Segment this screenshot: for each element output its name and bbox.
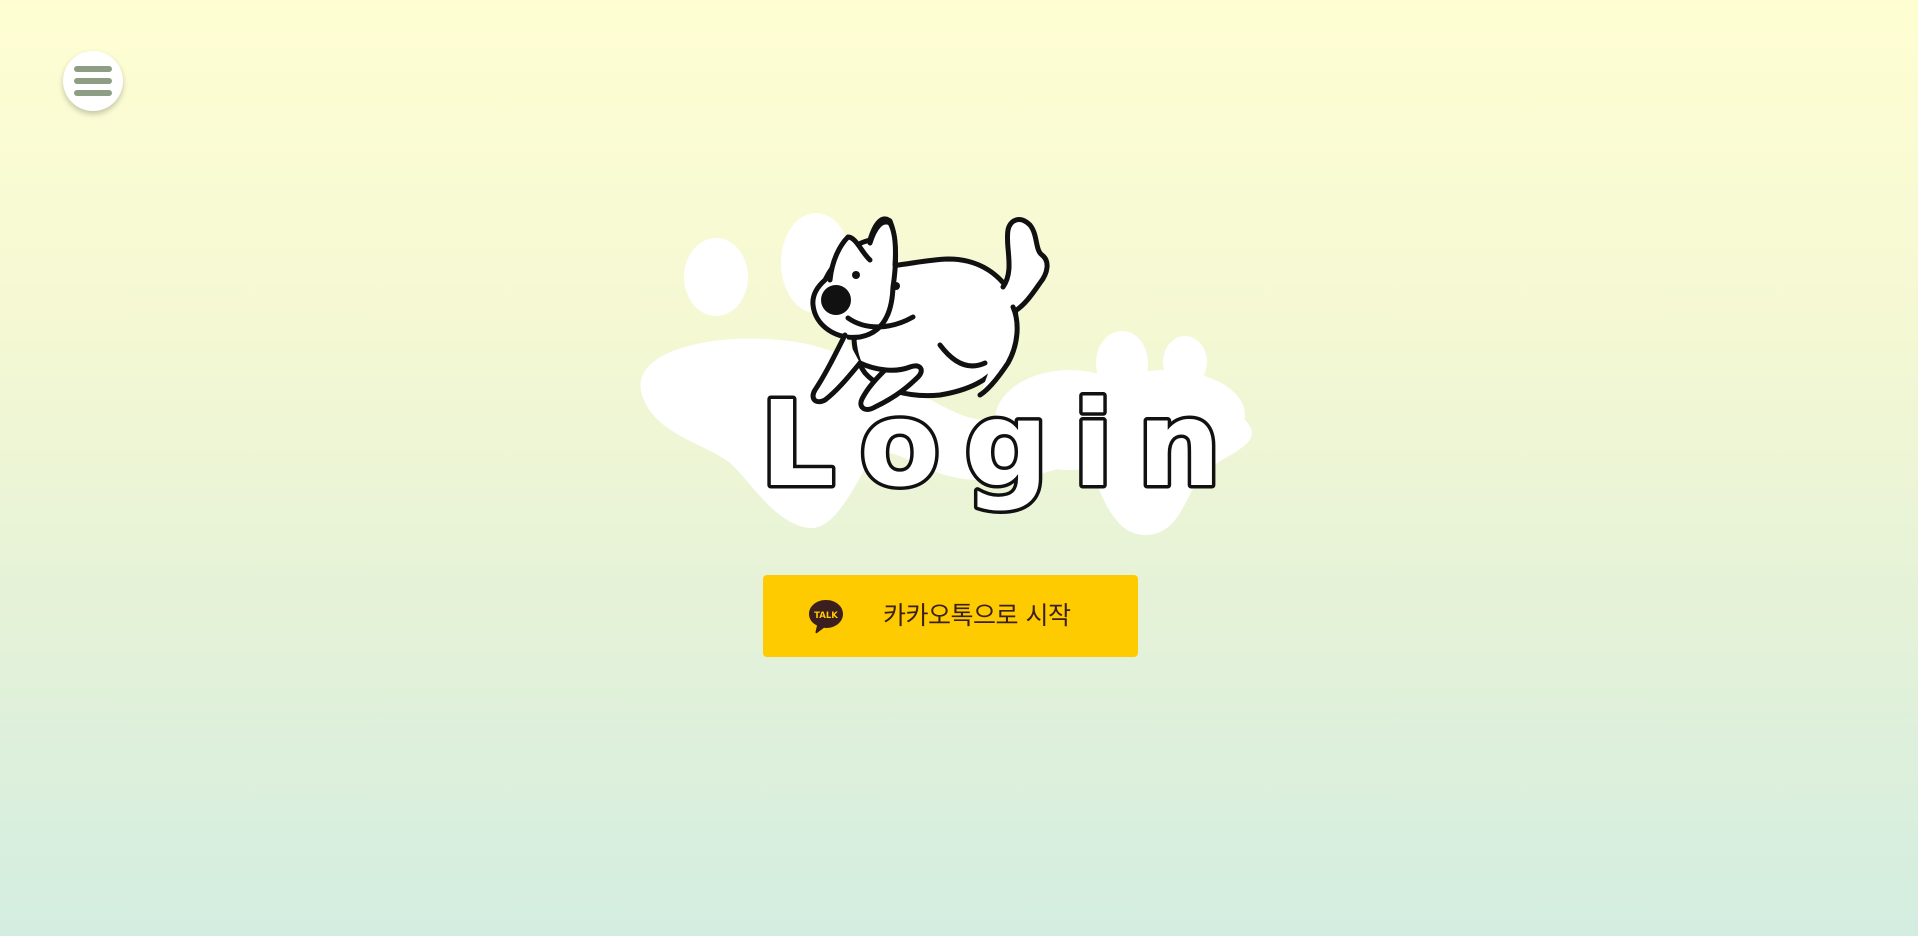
menu-button[interactable] <box>63 51 123 111</box>
login-title: Login <box>760 375 1245 513</box>
kakao-login-button[interactable]: TALK 카카오톡으로 시작 <box>763 575 1138 657</box>
hamburger-menu-icon <box>74 66 112 97</box>
hero-illustration: Login <box>620 185 1260 540</box>
kakaotalk-bubble-icon: TALK <box>809 600 843 634</box>
svg-text:TALK: TALK <box>814 611 838 621</box>
kakao-login-label: 카카오톡으로 시작 <box>883 601 1071 630</box>
